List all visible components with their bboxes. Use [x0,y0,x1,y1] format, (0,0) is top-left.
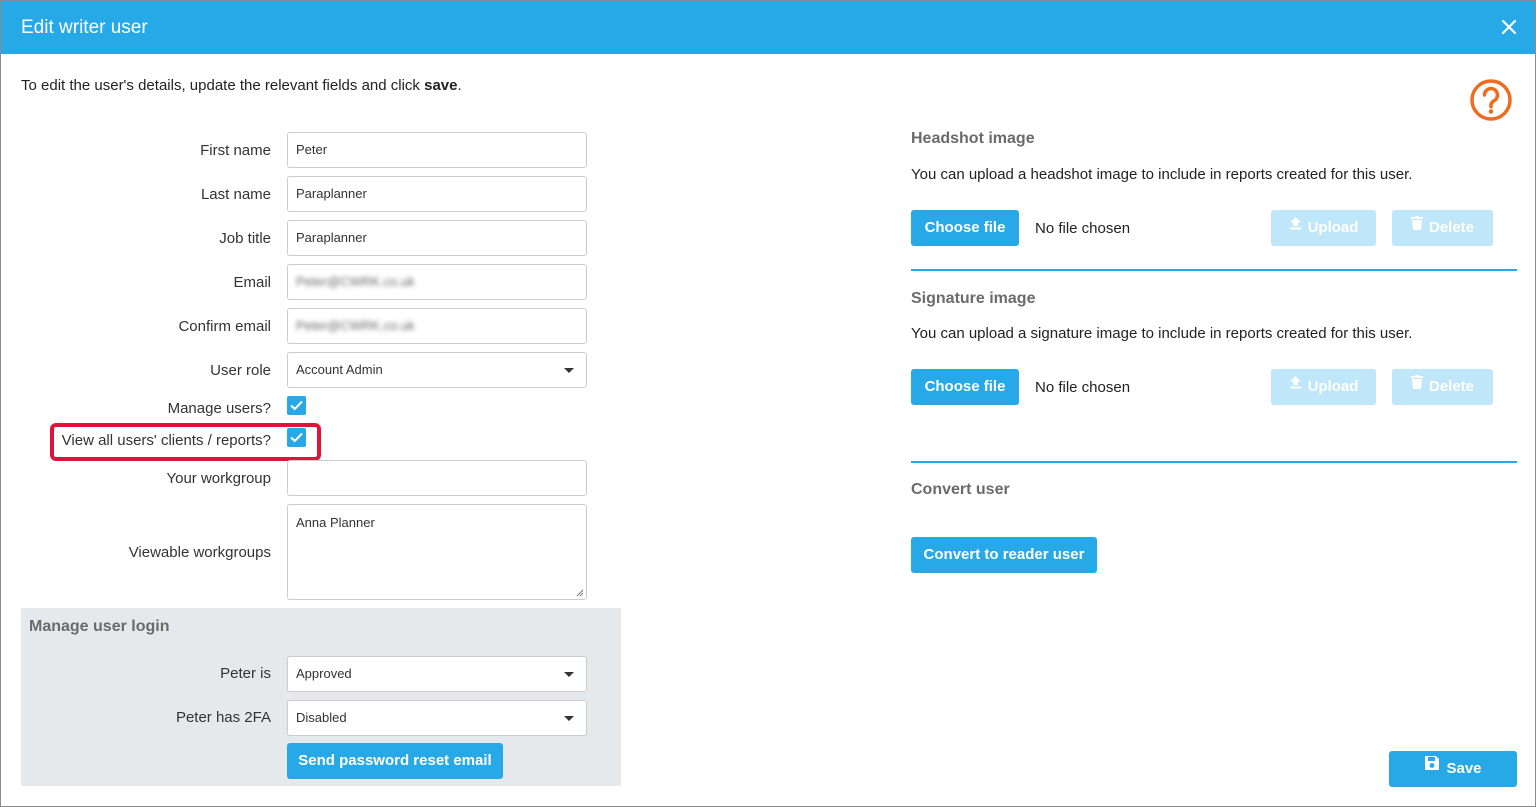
dialog-header: Edit writer user [1,1,1535,54]
job-title-input[interactable]: Paraplanner [287,220,587,256]
divider [911,461,1517,463]
your-workgroup-label: Your workgroup [166,470,271,487]
send-reset-email-button[interactable]: Send password reset email [287,743,503,779]
headshot-delete-label: Delete [1428,219,1475,236]
headshot-upload-label: Upload [1307,219,1359,236]
edit-user-dialog: Edit writer user To edit the user's deta… [0,0,1536,807]
status-label: Peter is [220,665,271,682]
signature-text: You can upload a signature image to incl… [911,325,1413,342]
confirm-email-input[interactable]: Peter@CWRK.co.uk [287,308,587,344]
headshot-title: Headshot image [911,130,1035,147]
upload-icon [1289,367,1302,403]
your-workgroup-input[interactable] [287,460,587,496]
signature-choose-file-button[interactable]: Choose file [911,369,1019,405]
intro-text: To edit the user's details, update the r… [21,77,462,94]
close-icon[interactable] [1499,17,1519,37]
last-name-input[interactable]: Paraplanner [287,176,587,212]
help-icon[interactable] [1469,78,1513,122]
chevron-down-icon [564,716,574,721]
signature-upload-label: Upload [1307,378,1359,395]
viewable-workgroups-textarea[interactable]: Anna Planner [287,504,587,600]
status-select[interactable]: Approved [287,656,587,692]
convert-to-reader-button[interactable]: Convert to reader user [911,537,1097,573]
convert-title: Convert user [911,481,1010,498]
signature-upload-button[interactable]: Upload [1271,369,1376,405]
trash-icon [1410,208,1423,244]
manage-users-checkbox[interactable] [287,396,306,415]
divider [911,269,1517,271]
headshot-upload-button[interactable]: Upload [1271,210,1376,246]
confirm-email-label: Confirm email [178,318,271,335]
save-button[interactable]: Save [1389,751,1517,787]
headshot-no-file-text: No file chosen [1035,220,1131,237]
check-icon [290,400,303,411]
user-role-label: User role [210,362,271,379]
headshot-text: You can upload a headshot image to inclu… [911,166,1413,183]
headshot-delete-button[interactable]: Delete [1392,210,1493,246]
twofa-label: Peter has 2FA [175,709,271,726]
twofa-select[interactable]: Disabled [287,700,587,736]
job-title-label: Job title [219,230,271,247]
chevron-down-icon [564,368,574,373]
chevron-down-icon [564,672,574,677]
last-name-label: Last name [200,186,271,203]
headshot-choose-file-button[interactable]: Choose file [911,210,1019,246]
upload-icon [1289,208,1302,244]
email-input[interactable]: Peter@CWRK.co.uk [287,264,587,300]
manage-login-title: Manage user login [29,618,170,635]
signature-delete-button[interactable]: Delete [1392,369,1493,405]
user-role-select[interactable]: Account Admin [287,352,587,388]
highlight-annotation [50,423,321,461]
signature-title: Signature image [911,290,1036,307]
trash-icon [1410,367,1423,403]
dialog-title: Edit writer user [21,17,148,38]
save-label: Save [1446,760,1482,777]
floppy-disk-icon [1424,749,1440,785]
signature-delete-label: Delete [1428,378,1475,395]
email-label: Email [233,274,271,291]
signature-no-file-text: No file chosen [1035,379,1131,396]
viewable-workgroups-label: Viewable workgroups [128,544,271,561]
resize-handle-icon [576,589,584,597]
first-name-input[interactable]: Peter [287,132,587,168]
first-name-label: First name [200,142,271,159]
manage-users-label: Manage users? [167,400,271,417]
